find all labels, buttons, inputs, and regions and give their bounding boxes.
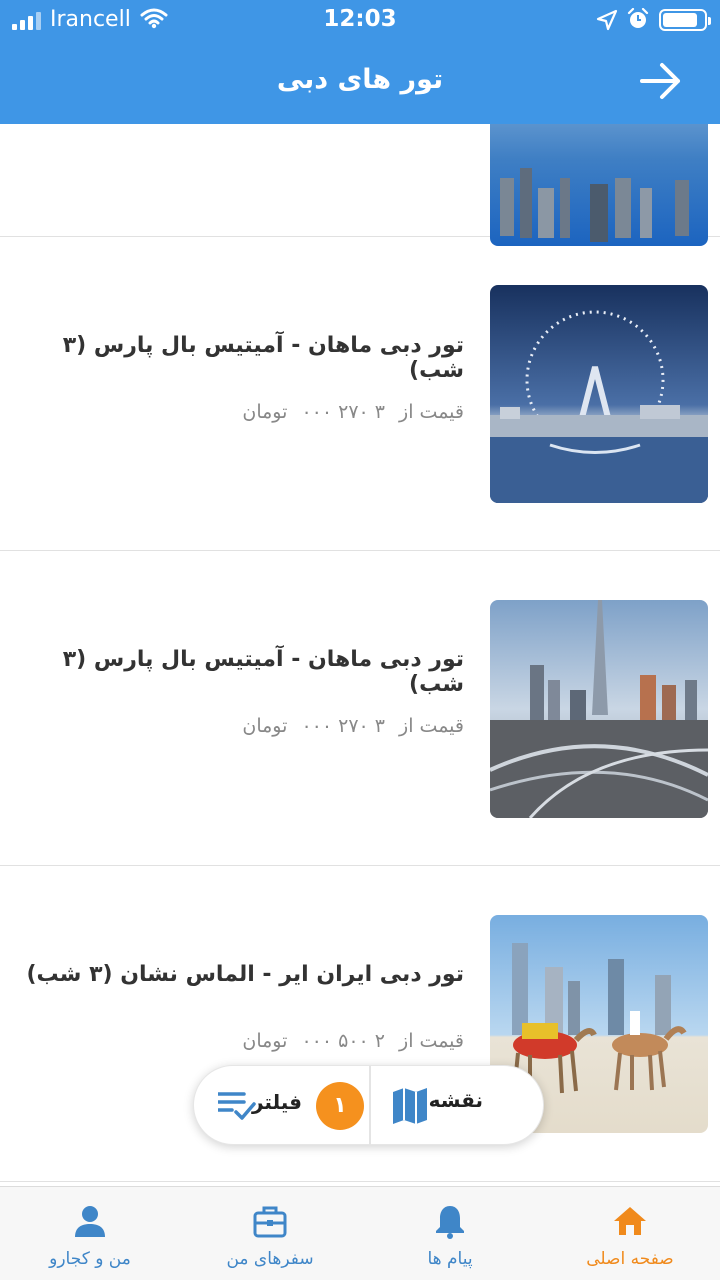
map-icon xyxy=(393,1088,427,1124)
app-screen: Irancell 12:03 تور های دبی تور دبی ماهان… xyxy=(0,0,720,1280)
nav-my-trips-label: سفرهای من xyxy=(226,1249,314,1269)
user-icon xyxy=(75,1206,105,1237)
nav-messages[interactable]: پیام ها xyxy=(360,1187,540,1280)
back-button[interactable] xyxy=(636,58,686,104)
tour-price: قیمت از ۳ ۲۷۰ ۰۰۰ تومان xyxy=(24,401,464,423)
map-filter-pill: فیلتر ۱ نقشه xyxy=(193,1065,545,1146)
tour-image-marina xyxy=(490,124,708,246)
tour-image-dubai-eye xyxy=(490,285,708,503)
price-value: ۳ ۲۷۰ ۰۰۰ xyxy=(301,715,385,737)
status-bar: Irancell 12:03 xyxy=(0,0,720,40)
nav-profile-label: من و کجارو xyxy=(49,1249,131,1269)
location-arrow-icon xyxy=(596,9,618,31)
price-currency: تومان xyxy=(242,1030,288,1052)
filter-count-badge: ۱ xyxy=(316,1082,364,1130)
price-label: قیمت از xyxy=(399,715,464,737)
page-title: تور های دبی xyxy=(276,64,444,95)
bell-icon xyxy=(436,1206,464,1239)
tour-list: تور دبی ماهان - آمیتیس بال پارس (۳ شب) ق… xyxy=(0,124,720,1186)
price-currency: تومان xyxy=(242,401,288,423)
price-label: قیمت از xyxy=(399,401,464,423)
briefcase-icon xyxy=(253,1206,287,1238)
arrow-right-icon xyxy=(640,63,680,99)
app-header: Irancell 12:03 تور های دبی xyxy=(0,0,720,124)
map-label: نقشه xyxy=(428,1088,483,1112)
tour-image-burj-khalifa xyxy=(490,600,708,818)
tour-card[interactable]: تور دبی ماهان - آمیتیس بال پارس (۳ شب) ق… xyxy=(0,551,720,866)
tour-price: قیمت از ۲ ۵۰۰ ۰۰۰ تومان xyxy=(24,1030,464,1052)
price-currency: تومان xyxy=(242,715,288,737)
tour-title: تور دبی ایران ایر - الماس نشان (۳ شب) xyxy=(26,962,464,987)
price-label: قیمت از xyxy=(399,1030,464,1052)
battery-level-fill xyxy=(663,13,697,27)
tour-card-partial[interactable] xyxy=(0,124,720,246)
nav-home[interactable]: صفحه اصلی xyxy=(540,1187,720,1280)
nav-my-trips[interactable]: سفرهای من xyxy=(180,1187,360,1280)
price-value: ۳ ۲۷۰ ۰۰۰ xyxy=(301,401,385,423)
filter-list-icon xyxy=(218,1092,256,1120)
map-button[interactable]: نقشه xyxy=(371,1066,545,1146)
home-icon xyxy=(614,1207,646,1235)
bottom-navigation: صفحه اصلی پیام ها سفرهای من من و کجارو xyxy=(0,1186,720,1280)
battery-icon xyxy=(659,9,711,31)
price-value: ۲ ۵۰۰ ۰۰۰ xyxy=(301,1030,385,1052)
filter-button[interactable]: فیلتر ۱ xyxy=(194,1066,369,1146)
tour-title: تور دبی ماهان - آمیتیس بال پارس (۳ شب) xyxy=(62,333,464,383)
tour-card[interactable]: تور دبی ماهان - آمیتیس بال پارس (۳ شب) ق… xyxy=(0,237,720,551)
filter-label: فیلتر xyxy=(251,1090,302,1114)
nav-messages-label: پیام ها xyxy=(427,1249,473,1269)
tour-price: قیمت از ۳ ۲۷۰ ۰۰۰ تومان xyxy=(24,715,464,737)
alarm-clock-icon xyxy=(627,8,649,28)
nav-home-label: صفحه اصلی xyxy=(586,1249,674,1269)
tour-title: تور دبی ماهان - آمیتیس بال پارس (۳ شب) xyxy=(62,647,464,697)
nav-profile[interactable]: من و کجارو xyxy=(0,1187,180,1280)
